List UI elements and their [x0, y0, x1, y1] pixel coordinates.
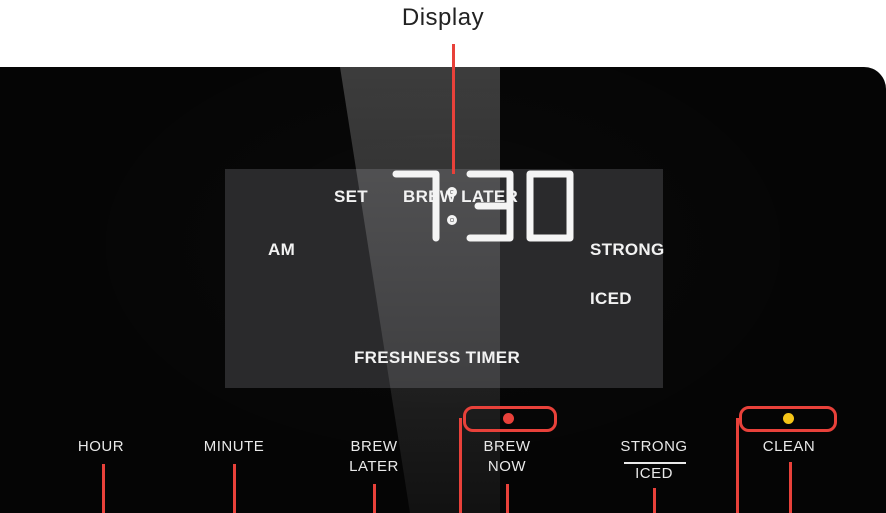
display-leader-line	[452, 44, 455, 174]
brew-later-line2: LATER	[349, 458, 399, 475]
strong-line: STRONG	[620, 438, 688, 455]
clean-indicator-leader-line	[736, 418, 739, 513]
display-freshness-timer-label: FRESHNESS TIMER	[354, 348, 521, 367]
brew-now-line2: NOW	[487, 458, 527, 475]
display-set-label: SET	[334, 187, 368, 206]
time-colon-bottom	[447, 215, 457, 225]
brew-now-indicator-leader-line	[459, 418, 462, 513]
brew-now-indicator-light	[503, 413, 514, 424]
hour-button[interactable]: HOUR	[46, 437, 156, 457]
time-digit-hour	[392, 170, 440, 242]
brew-now-button[interactable]: BREW NOW	[452, 437, 562, 477]
display-iced-label: ICED	[590, 289, 632, 308]
strong-iced-leader-line	[653, 488, 656, 513]
clean-leader-line	[789, 462, 792, 513]
strong-iced-button[interactable]: STRONG ICED	[599, 437, 709, 484]
minute-leader-line	[233, 464, 236, 513]
clean-indicator-light	[783, 413, 794, 424]
display-am-label: AM	[268, 240, 296, 259]
time-colon-top	[447, 187, 457, 197]
time-readout	[388, 166, 578, 244]
time-digit-minute-tens	[466, 170, 514, 242]
iced-line: ICED	[635, 465, 673, 482]
display-callout-label: Display	[401, 4, 485, 31]
brew-now-leader-line	[506, 484, 509, 513]
clean-button[interactable]: CLEAN	[734, 437, 844, 457]
time-digit-minute-ones	[526, 170, 574, 242]
strong-iced-divider	[624, 462, 686, 464]
minute-button[interactable]: MINUTE	[179, 437, 289, 457]
brew-now-line1: BREW	[483, 438, 531, 455]
display-strong-label: STRONG	[590, 240, 665, 259]
brew-later-button[interactable]: BREW LATER	[319, 437, 429, 477]
brew-later-leader-line	[373, 484, 376, 513]
brew-later-line1: BREW	[350, 438, 398, 455]
hour-leader-line	[102, 464, 105, 513]
